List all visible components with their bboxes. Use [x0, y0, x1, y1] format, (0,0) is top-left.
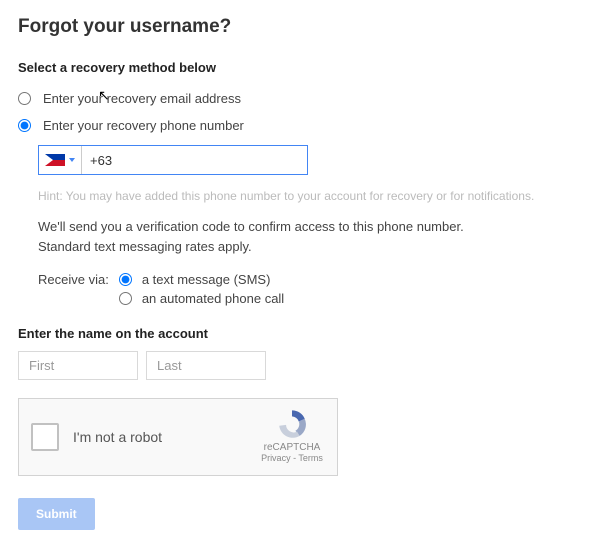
recaptcha-privacy-link[interactable]: Privacy	[261, 453, 291, 463]
receive-sms-label[interactable]: a text message (SMS)	[142, 272, 271, 287]
recovery-email-radio[interactable]	[18, 92, 31, 105]
recovery-phone-label[interactable]: Enter your recovery phone number	[43, 118, 244, 133]
phone-info-line1: We'll send you a verification code to co…	[38, 219, 464, 234]
first-name-input[interactable]	[18, 351, 138, 380]
chevron-down-icon	[69, 158, 75, 162]
recovery-phone-radio[interactable]	[18, 119, 31, 132]
receive-via-label: Receive via:	[38, 270, 109, 287]
recovery-heading: Select a recovery method below	[18, 60, 582, 75]
name-heading: Enter the name on the account	[18, 326, 582, 341]
receive-call-label[interactable]: an automated phone call	[142, 291, 284, 306]
submit-button[interactable]: Submit	[18, 498, 95, 530]
recaptcha-widget: I'm not a robot reCAPTCHA Privacy - Term…	[18, 398, 338, 476]
page-title: Forgot your username?	[18, 16, 582, 38]
recaptcha-logo-icon	[259, 407, 325, 444]
country-selector[interactable]	[39, 146, 82, 174]
recaptcha-terms-link[interactable]: Terms	[298, 453, 323, 463]
receive-sms-radio[interactable]	[119, 273, 132, 286]
phone-info: We'll send you a verification code to co…	[38, 217, 582, 256]
phone-input-group	[38, 145, 308, 175]
recaptcha-checkbox[interactable]	[31, 423, 59, 451]
flag-icon	[45, 154, 65, 166]
last-name-input[interactable]	[146, 351, 266, 380]
recovery-email-label[interactable]: Enter your recovery email address	[43, 91, 241, 106]
phone-hint: Hint: You may have added this phone numb…	[38, 189, 582, 203]
recaptcha-brand: reCAPTCHA	[259, 442, 325, 453]
phone-number-input[interactable]	[82, 146, 307, 174]
phone-info-line2: Standard text messaging rates apply.	[38, 239, 252, 254]
recaptcha-label: I'm not a robot	[73, 429, 162, 445]
receive-call-radio[interactable]	[119, 292, 132, 305]
